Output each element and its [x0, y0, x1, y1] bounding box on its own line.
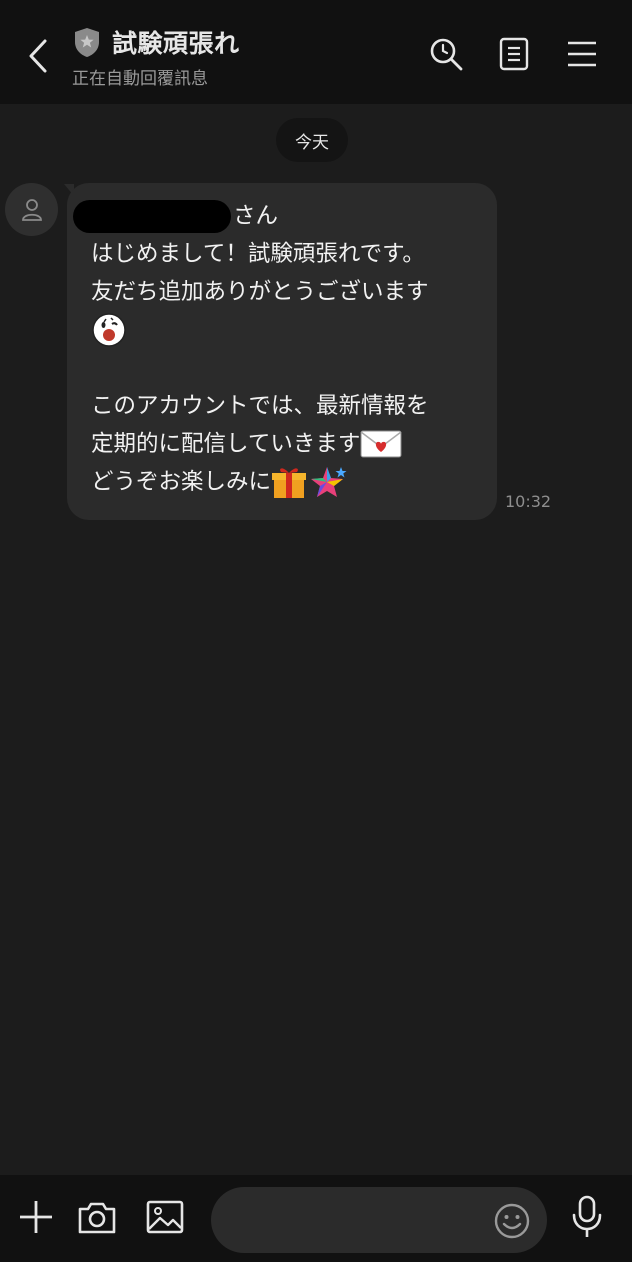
face-emoji-icon — [92, 313, 126, 347]
gift-icon — [272, 468, 307, 498]
date-separator: 今天 — [276, 118, 348, 162]
emoji-button[interactable] — [492, 1201, 532, 1241]
camera-icon — [78, 1202, 116, 1234]
smiley-icon — [494, 1203, 530, 1239]
message-line: さん — [73, 197, 477, 235]
message-line: このアカウントでは、最新情報を — [91, 393, 429, 419]
message-text: 定期的に配信していきます — [91, 431, 361, 457]
search-button[interactable] — [426, 34, 466, 74]
redacted-name — [73, 199, 231, 233]
message-timestamp: 10:32 — [505, 492, 552, 511]
message-line: はじめまして！試験頑張れです。 — [91, 241, 425, 267]
love-letter-icon — [360, 430, 402, 458]
chat-title: 試験頑張れ — [112, 29, 240, 58]
menu-icon — [568, 41, 596, 67]
message-line: 友だち追加ありがとうございます — [91, 279, 429, 305]
chat-status: 正在自動回覆訊息 — [72, 69, 208, 89]
voice-button[interactable] — [565, 1195, 609, 1239]
input-bar — [0, 1175, 632, 1262]
message-line: 定期的に配信していきます — [91, 425, 477, 463]
message-line: どうぞお楽しみに — [91, 463, 477, 501]
honorific-text: さん — [233, 203, 279, 229]
back-button[interactable] — [18, 30, 58, 82]
chat-header: 試験頑張れ 正在自動回覆訊息 — [0, 0, 632, 104]
camera-button[interactable] — [75, 1195, 119, 1239]
menu-button[interactable] — [562, 34, 602, 74]
sparkle-star-icon — [311, 467, 347, 497]
notes-icon — [499, 37, 529, 71]
image-icon — [146, 1200, 184, 1234]
chat-title-area[interactable]: 試験頑張れ 正在自動回覆訊息 — [72, 24, 240, 89]
person-icon — [21, 198, 42, 221]
gallery-button[interactable] — [143, 1195, 187, 1239]
plus-icon — [20, 1201, 52, 1233]
shield-icon — [75, 28, 99, 57]
message-text: どうぞお楽しみに — [91, 469, 272, 495]
sender-avatar[interactable] — [5, 183, 58, 236]
microphone-icon — [572, 1195, 602, 1237]
notes-button[interactable] — [494, 34, 534, 74]
message-bubble[interactable]: さん はじめまして！試験頑張れです。 友だち追加ありがとうございます このアカウ… — [67, 183, 497, 520]
back-icon — [29, 39, 47, 73]
search-icon — [430, 38, 463, 71]
add-button[interactable] — [14, 1195, 58, 1239]
message-line — [91, 311, 477, 349]
